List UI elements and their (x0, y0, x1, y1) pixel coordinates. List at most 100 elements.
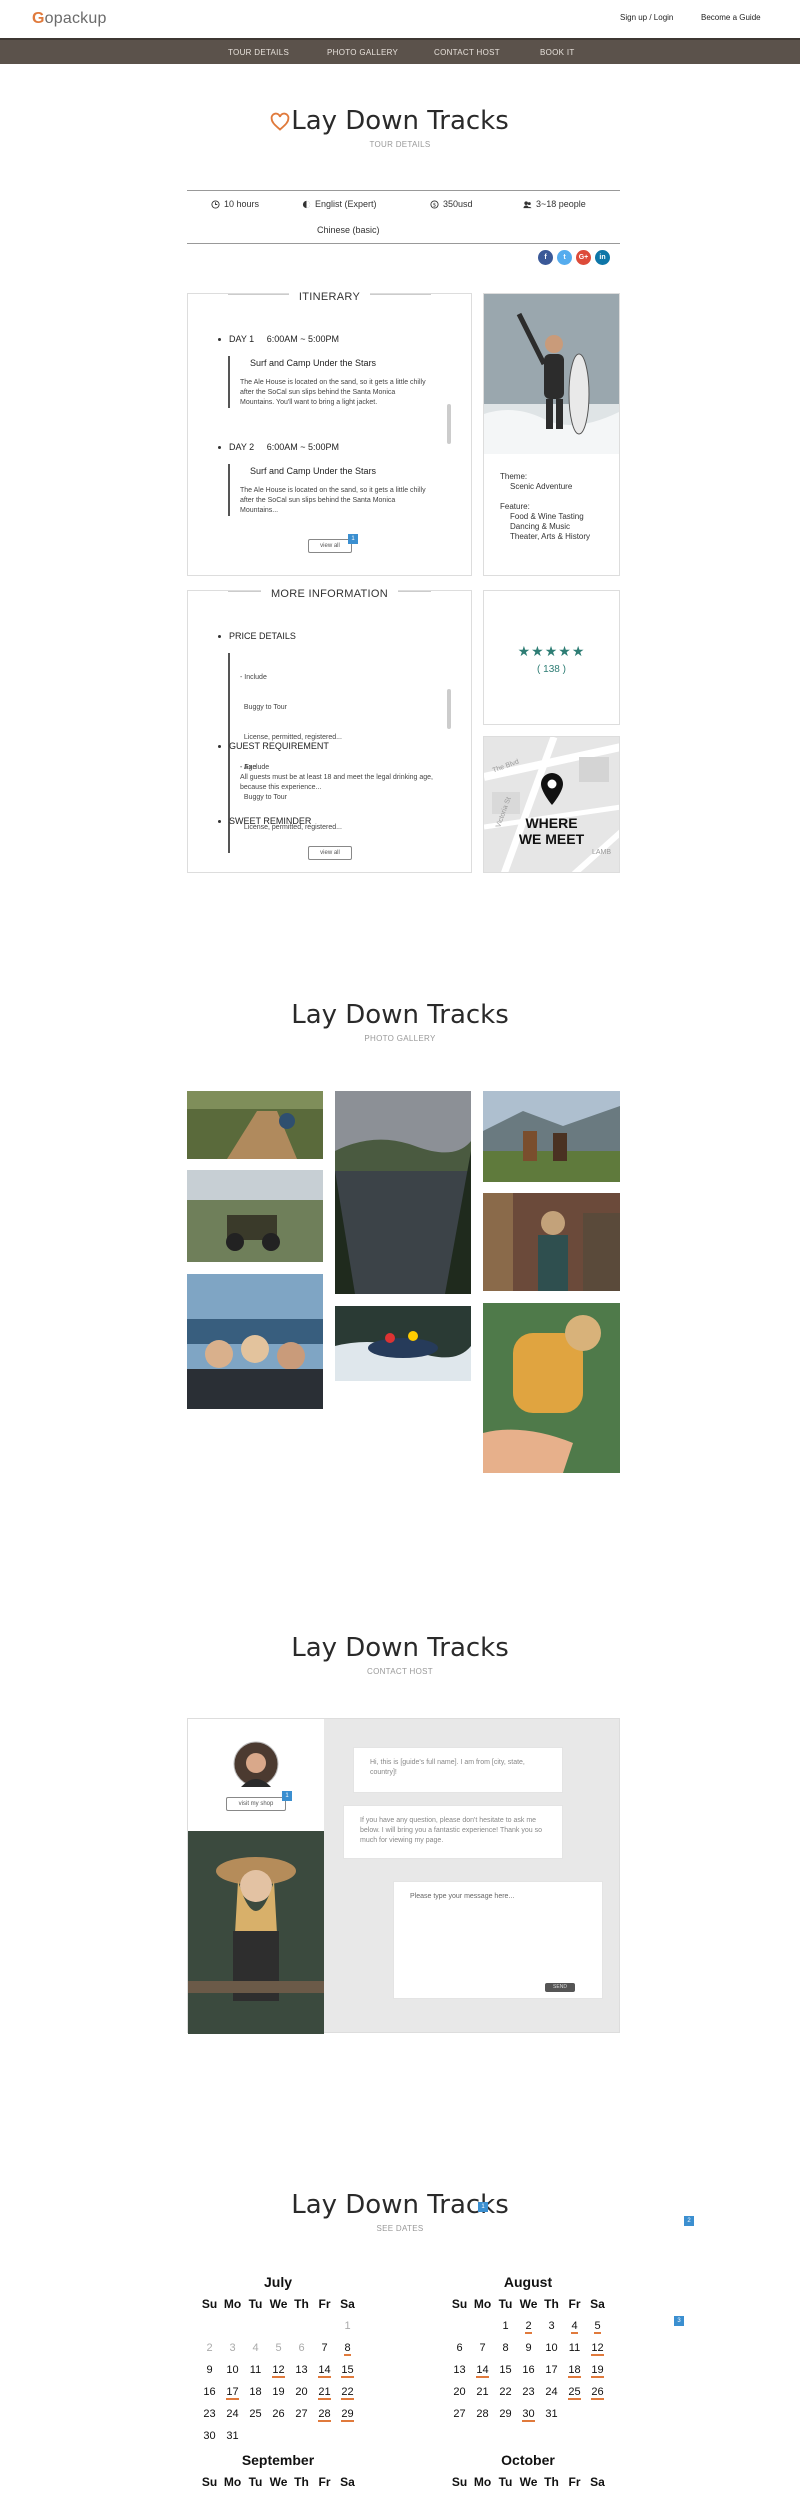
facebook-icon[interactable]: f (538, 250, 553, 265)
calendar-day[interactable]: 30 (198, 2428, 221, 2444)
calendar-day[interactable]: 21 (471, 2384, 494, 2400)
calendar-day[interactable]: 12 (586, 2340, 609, 2356)
gallery-photo-rafting[interactable] (335, 1306, 471, 1381)
calendar-day[interactable]: 14 (313, 2362, 336, 2378)
calendar-day[interactable]: 12 (267, 2362, 290, 2378)
dates-subtitle: SEE DATES (376, 2224, 424, 2233)
weekday-label: Fr (318, 2297, 331, 2311)
calendar-day[interactable]: 23 (198, 2406, 221, 2422)
calendar-blank (267, 2318, 290, 2334)
calendar-day[interactable]: 19 (267, 2384, 290, 2400)
calendar-day[interactable]: 10 (221, 2362, 244, 2378)
google-plus-icon[interactable]: G+ (576, 250, 591, 265)
calendar-day[interactable]: 15 (494, 2362, 517, 2378)
calendar-day[interactable]: 16 (517, 2362, 540, 2378)
calendar-day[interactable]: 17 (540, 2362, 563, 2378)
calendar-day[interactable]: 4 (563, 2318, 586, 2334)
calendar-day[interactable]: 18 (563, 2362, 586, 2378)
calendar-day[interactable]: 8 (494, 2340, 517, 2356)
scrollbar[interactable] (447, 689, 451, 729)
calendar-day[interactable]: 22 (336, 2384, 359, 2400)
calendar-day[interactable]: 9 (198, 2362, 221, 2378)
calendar-day[interactable]: 28 (471, 2406, 494, 2422)
calendar-day[interactable]: 27 (290, 2406, 313, 2422)
calendar-day[interactable]: 25 (244, 2406, 267, 2422)
calendar-day[interactable]: 31 (540, 2406, 563, 2422)
calendar-day: 4 (252, 2342, 259, 2354)
calendar-day[interactable]: 14 (471, 2362, 494, 2378)
calendar-day[interactable]: 20 (290, 2384, 313, 2400)
linkedin-icon[interactable]: in (595, 250, 610, 265)
calendar-day[interactable]: 23 (517, 2384, 540, 2400)
nav-book-it[interactable]: BOOK IT (540, 48, 575, 57)
contact-host-panel: visit my shop 1 Hi, this is [guide's ful… (187, 1718, 620, 2034)
become-guide-link[interactable]: Become a Guide (701, 13, 761, 22)
view-all-info-button[interactable]: view all (308, 846, 352, 860)
host-profile: visit my shop 1 (188, 1719, 324, 1831)
calendar-day[interactable]: 21 (313, 2384, 336, 2400)
calendar-day[interactable]: 11 (563, 2340, 586, 2356)
send-button[interactable]: SEND (545, 1983, 575, 1992)
calendar-day[interactable]: 29 (494, 2406, 517, 2422)
calendar-day[interactable]: 1 (494, 2318, 517, 2334)
gallery-photo-temple[interactable] (483, 1193, 620, 1291)
calendar-day[interactable]: 2 (517, 2318, 540, 2334)
price-stat: $ 350usd (430, 199, 473, 209)
calendar-day[interactable]: 15 (336, 2362, 359, 2378)
gallery-photo-buggy[interactable] (187, 1170, 323, 1262)
avatar[interactable] (233, 1741, 279, 1787)
calendar-day[interactable]: 16 (198, 2384, 221, 2400)
weekday-label: We (519, 2297, 538, 2311)
info-badge[interactable]: 1 (282, 1791, 292, 1801)
calendar-day[interactable]: 28 (313, 2406, 336, 2422)
calendar-day[interactable]: 6 (448, 2340, 471, 2356)
calendar-day[interactable]: 30 (517, 2406, 540, 2422)
calendar-day[interactable]: 26 (267, 2406, 290, 2422)
message-input[interactable]: Please type your message here... (393, 1881, 603, 1999)
sweet-reminder-heading: SWEET REMINDER (218, 816, 311, 826)
meeting-map[interactable]: The Blvd Victoria St LAMB WHERE WE MEET (483, 736, 620, 873)
info-badge[interactable]: 1 (348, 534, 358, 544)
gallery-photo-trail[interactable] (187, 1091, 323, 1159)
info-badge[interactable]: 3 (674, 2316, 684, 2326)
calendar-day[interactable]: 7 (313, 2340, 336, 2356)
calendar-day: 1 (344, 2320, 351, 2332)
logo[interactable]: Gopackup (32, 10, 107, 28)
calendar-day[interactable]: 13 (448, 2362, 471, 2378)
scrollbar[interactable] (447, 404, 451, 444)
view-all-itinerary-button[interactable]: view all (308, 539, 352, 553)
gallery-photo-horses[interactable] (483, 1091, 620, 1182)
calendar-day[interactable]: 20 (448, 2384, 471, 2400)
nav-photo-gallery[interactable]: PHOTO GALLERY (327, 48, 398, 57)
calendar-day[interactable]: 19 (586, 2362, 609, 2378)
visit-shop-button[interactable]: visit my shop (226, 1797, 286, 1811)
calendar-day[interactable]: 26 (586, 2384, 609, 2400)
info-badge[interactable]: 2 (684, 2216, 694, 2226)
calendar-day[interactable]: 18 (244, 2384, 267, 2400)
calendar-day[interactable]: 11 (244, 2362, 267, 2378)
info-badge[interactable]: 1 (478, 2202, 488, 2212)
calendar-day[interactable]: 7 (471, 2340, 494, 2356)
calendar-day[interactable]: 13 (290, 2362, 313, 2378)
calendar-day[interactable]: 10 (540, 2340, 563, 2356)
calendar-day[interactable]: 24 (540, 2384, 563, 2400)
calendar-day[interactable]: 24 (221, 2406, 244, 2422)
nav-contact-host[interactable]: CONTACT HOST (434, 48, 500, 57)
gallery-photo-lake[interactable] (335, 1091, 471, 1294)
calendar-day[interactable]: 17 (221, 2384, 244, 2400)
signup-login-link[interactable]: Sign up / Login (620, 13, 673, 22)
calendar-day[interactable]: 3 (540, 2318, 563, 2334)
gallery-photo-hand-hold[interactable] (483, 1303, 620, 1473)
calendar-day[interactable]: 25 (563, 2384, 586, 2400)
calendar-day[interactable]: 8 (336, 2340, 359, 2356)
calendar-day[interactable]: 29 (336, 2406, 359, 2422)
calendar-day[interactable]: 9 (517, 2340, 540, 2356)
gallery-photo-friends[interactable] (187, 1274, 323, 1409)
calendar-day[interactable]: 31 (221, 2428, 244, 2444)
twitter-icon[interactable]: t (557, 250, 572, 265)
calendar-day[interactable]: 27 (448, 2406, 471, 2422)
calendar-day[interactable]: 5 (586, 2318, 609, 2334)
weekday-label: We (269, 2475, 288, 2489)
nav-tour-details[interactable]: TOUR DETAILS (228, 48, 289, 57)
calendar-day[interactable]: 22 (494, 2384, 517, 2400)
